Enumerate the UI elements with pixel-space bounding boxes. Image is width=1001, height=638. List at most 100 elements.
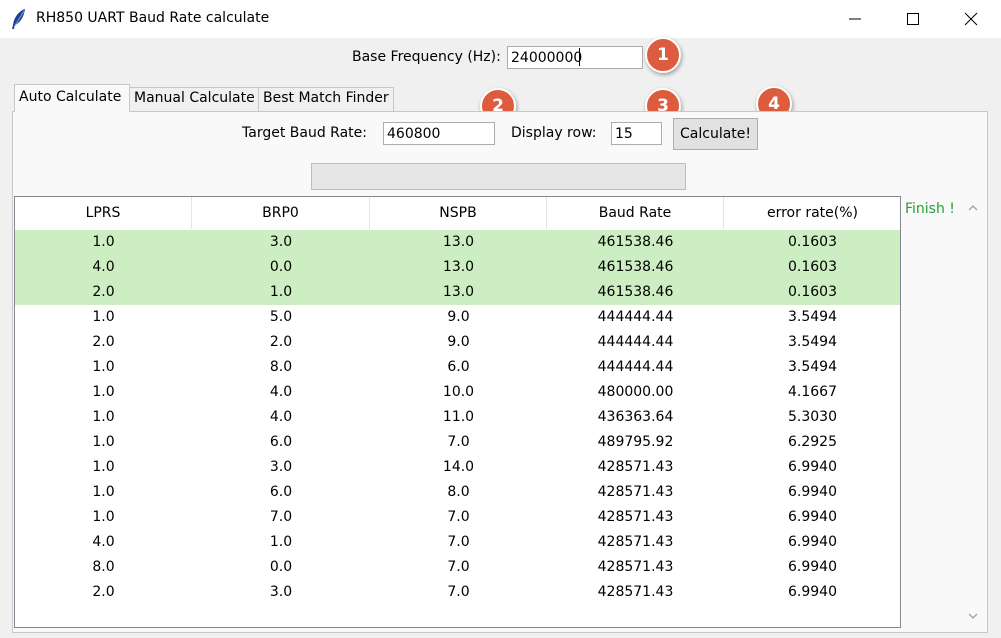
target-baud-rate-input[interactable] [383,122,495,145]
close-button[interactable] [942,0,1000,38]
table-cell: 9.0 [447,309,470,325]
table-row[interactable]: 1.0 3.0 13.0 461538.46 0.1603 [15,230,900,255]
table-cell: 0.1603 [788,234,837,250]
table-cell: 1.0 [269,534,293,550]
table-cell: 1.0 [92,309,115,325]
tab-best-match-finder[interactable]: Best Match Finder [258,87,394,111]
table-cell: 7.0 [447,584,470,600]
table-row[interactable]: 1.0 6.0 8.0 428571.43 6.9940 [15,480,900,505]
table-cell: 2.0 [269,334,293,350]
table-cell: 11.0 [442,409,475,425]
table-cell: 436363.64 [597,409,674,425]
table-cell: 1.0 [92,234,115,250]
table-row[interactable]: 1.0 7.0 7.0 428571.43 6.9940 [15,505,900,530]
table-scrollbar[interactable] [962,196,984,628]
table-cell: 1.0 [92,409,115,425]
table-cell: 6.9940 [788,534,837,550]
table-cell: 7.0 [447,534,470,550]
table-row[interactable]: 1.0 5.0 9.0 444444.44 3.5494 [15,305,900,330]
table-cell: 4.1667 [788,384,837,400]
table-cell: 444444.44 [597,309,674,325]
table-cell: 6.9940 [788,584,837,600]
maximize-button[interactable] [884,0,942,38]
table-cell: 6.9940 [788,459,837,475]
table-row[interactable]: 1.0 8.0 6.0 444444.44 3.5494 [15,355,900,380]
table-cell: 0.1603 [788,259,837,275]
table-cell: 0.1603 [788,284,837,300]
table-cell: 428571.43 [597,584,674,600]
table-cell: 428571.43 [597,559,674,575]
table-row[interactable]: 4.0 1.0 7.0 428571.43 6.9940 [15,530,900,555]
table-cell: 6.9940 [788,484,837,500]
column-header-brp0[interactable]: BRP0 [192,197,370,229]
close-icon [964,12,978,26]
title-bar: RH850 UART Baud Rate calculate [0,0,1001,38]
column-header-nspb[interactable]: NSPB [370,197,547,229]
tab-manual-calculate[interactable]: Manual Calculate [129,87,259,111]
table-cell: 13.0 [442,234,475,250]
table-cell: 6.0 [447,359,470,375]
table-cell: 7.0 [269,509,293,525]
text-cursor [579,48,580,66]
table-cell: 2.0 [92,584,115,600]
table-cell: 461538.46 [597,234,674,250]
table-cell: 7.0 [447,509,470,525]
display-row-input[interactable] [611,122,662,145]
table-row[interactable]: 2.0 3.0 7.0 428571.43 6.9940 [15,580,900,605]
table-cell: 2.0 [92,284,115,300]
annotation-badge-1: 1 [645,37,681,73]
table-cell: 14.0 [442,459,475,475]
table-row[interactable]: 1.0 3.0 14.0 428571.43 6.9940 [15,455,900,480]
status-text: Finish ! [905,201,955,217]
table-cell: 13.0 [442,259,475,275]
window-title: RH850 UART Baud Rate calculate [36,10,270,26]
table-cell: 0.0 [269,259,293,275]
table-row[interactable]: 2.0 2.0 9.0 444444.44 3.5494 [15,330,900,355]
column-header-error-rate[interactable]: error rate(%) [724,197,900,229]
table-cell: 7.0 [447,559,470,575]
table-cell: 8.0 [447,484,470,500]
table-cell: 8.0 [269,359,293,375]
table-header: LPRS BRP0 NSPB Baud Rate error rate(%) [15,197,900,229]
table-cell: 2.0 [92,334,115,350]
table-cell: 13.0 [442,284,475,300]
scroll-down-button[interactable] [962,608,984,624]
table-cell: 1.0 [269,284,293,300]
table-cell: 7.0 [447,434,470,450]
results-table[interactable]: LPRS BRP0 NSPB Baud Rate error rate(%) 1… [14,196,901,628]
table-cell: 444444.44 [597,359,674,375]
table-cell: 5.3030 [788,409,837,425]
table-cell: 4.0 [269,409,293,425]
table-cell: 1.0 [92,509,115,525]
table-cell: 428571.43 [597,534,674,550]
tab-auto-calculate[interactable]: Auto Calculate [14,84,130,112]
target-baud-rate-label: Target Baud Rate: [242,125,367,141]
table-row[interactable]: 1.0 4.0 10.0 480000.00 4.1667 [15,380,900,405]
base-frequency-input[interactable] [507,46,643,69]
table-cell: 6.9940 [788,559,837,575]
table-cell: 3.0 [269,584,293,600]
scroll-up-button[interactable] [962,200,984,216]
table-cell: 1.0 [92,384,115,400]
table-cell: 8.0 [92,559,115,575]
chevron-up-icon [968,205,978,211]
table-row[interactable]: 8.0 0.0 7.0 428571.43 6.9940 [15,555,900,580]
minimize-button[interactable] [826,0,884,38]
table-cell: 6.2925 [788,434,837,450]
chevron-down-icon [968,613,978,619]
table-row[interactable]: 4.0 0.0 13.0 461538.46 0.1603 [15,255,900,280]
table-row[interactable]: 1.0 4.0 11.0 436363.64 5.3030 [15,405,900,430]
table-cell: 428571.43 [597,509,674,525]
table-cell: 461538.46 [597,284,674,300]
column-header-baud-rate[interactable]: Baud Rate [547,197,724,229]
table-row[interactable]: 2.0 1.0 13.0 461538.46 0.1603 [15,280,900,305]
table-cell: 9.0 [447,334,470,350]
table-cell: 489795.92 [597,434,674,450]
column-header-lprs[interactable]: LPRS [15,197,192,229]
calculate-button[interactable]: Calculate! [673,118,758,150]
table-cell: 444444.44 [597,334,674,350]
table-cell: 428571.43 [597,484,674,500]
table-cell: 0.0 [269,559,293,575]
feather-icon [10,8,28,30]
table-row[interactable]: 1.0 6.0 7.0 489795.92 6.2925 [15,430,900,455]
